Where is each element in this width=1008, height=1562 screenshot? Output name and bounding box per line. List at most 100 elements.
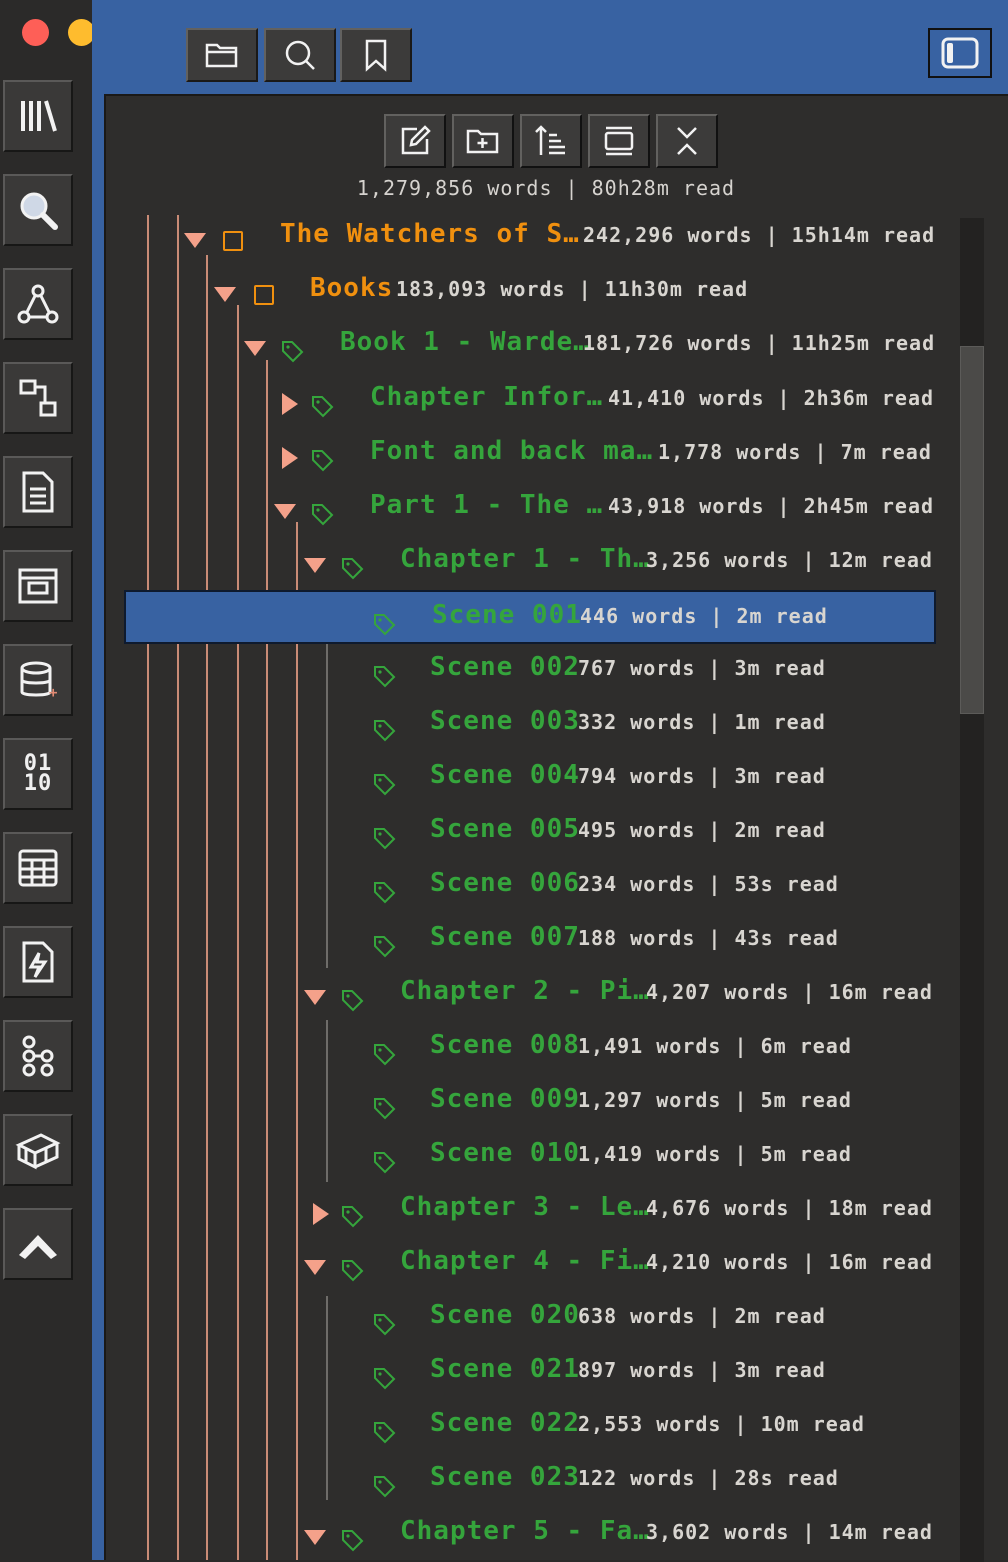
tree-note-item[interactable]: Scene 022 2,553 words | 10m read [106,1398,936,1452]
minimize-window-button[interactable] [68,19,95,46]
new-folder-button[interactable] [452,114,514,168]
database-button[interactable]: + [3,644,73,716]
tag-icon [374,882,396,904]
tree-note-item[interactable]: Scene 005 495 words | 2m read [106,804,936,858]
tree-item-label: Scene 023 [430,1462,580,1492]
tree-item-stats: 332 words | 1m read [578,710,826,734]
tree-item-stats: 3,602 words | 14m read [646,1520,933,1544]
tree-note-item[interactable]: Scene 008 1,491 words | 6m read [106,1020,936,1074]
new-folder-icon [466,129,499,154]
expanded-arrow-icon[interactable] [272,499,298,525]
search-tab-button[interactable] [264,28,336,82]
binary-icon: 01 10 [23,751,53,796]
tree-folder-item[interactable]: The Watchers of S… 242,296 words | 15h14m… [106,209,936,263]
expanded-arrow-icon[interactable] [302,985,328,1011]
tree-note-item[interactable]: Chapter 3 - Le… 4,676 words | 18m read [106,1182,936,1236]
lightning-file-button[interactable] [3,926,73,998]
tree-folder-item[interactable]: Books 183,093 words | 11h30m read [106,263,936,317]
tag-icon [312,396,334,418]
tree-item-stats: 767 words | 3m read [578,656,826,680]
table-button[interactable] [3,832,73,904]
tree-item-label: Chapter 3 - Le… [400,1192,650,1222]
scrollbar-thumb[interactable] [960,346,984,714]
expanded-arrow-icon[interactable] [302,1525,328,1551]
files-tab-button[interactable] [186,28,258,82]
collapse-panel-button[interactable] [3,1208,73,1280]
sidebar-toggle-icon [941,37,979,69]
file-tree-panel: 1,279,856 words | 80h28m read The Watche… [104,94,1008,1562]
tree-item-label: Books [310,273,394,303]
document-icon [22,471,54,513]
tree-note-item[interactable]: Scene 003 332 words | 1m read [106,696,936,750]
edit-icon [401,125,431,155]
tree-note-item[interactable]: Book 1 - Warde… 181,726 words | 11h25m re… [106,317,936,371]
collapsed-arrow-icon[interactable] [276,445,302,471]
close-window-button[interactable] [22,19,49,46]
tree-item-stats: 1,778 words | 7m read [658,440,932,464]
tree-note-item[interactable]: Scene 023 122 words | 28s read [106,1452,936,1506]
expanded-arrow-icon[interactable] [212,282,238,308]
tree-note-item[interactable]: Scene 004 794 words | 3m read [106,750,936,804]
tree-note-item[interactable]: Chapter 5 - Fa… 3,602 words | 14m read [106,1506,936,1560]
tree-item-stats: 234 words | 53s read [578,872,839,896]
tree-item-stats: 446 words | 2m read [580,604,828,628]
tag-icon [342,1260,364,1282]
tree-note-item[interactable]: Scene 001 446 words | 2m read [106,590,936,644]
tree-note-item[interactable]: Chapter 1 - Th… 3,256 words | 12m read [106,534,936,588]
tree-note-item[interactable]: Scene 002 767 words | 3m read [106,642,936,696]
bookmarks-tab-button[interactable] [340,28,412,82]
tree-note-item[interactable]: Chapter Infor… 41,410 words | 2h36m read [106,372,936,426]
tree-note-item[interactable]: Scene 010 1,419 words | 5m read [106,1128,936,1182]
collapsed-arrow-icon[interactable] [307,1201,333,1227]
nodes-button[interactable] [3,1020,73,1092]
tree-item-label: Scene 009 [430,1084,580,1114]
tree-item-label: Scene 007 [430,922,580,952]
tree-note-item[interactable]: Scene 006 234 words | 53s read [106,858,936,912]
tree-note-item[interactable]: Scene 007 188 words | 43s read [106,912,936,966]
expanded-arrow-icon[interactable] [182,228,208,254]
tree-note-item[interactable]: Chapter 4 - Fi… 4,210 words | 16m read [106,1236,936,1290]
new-note-button[interactable] [384,114,446,168]
tree-note-item[interactable]: Scene 009 1,297 words | 5m read [106,1074,936,1128]
document-button[interactable] [3,456,73,528]
tree-note-item[interactable]: Part 1 - The … 43,918 words | 2h45m read [106,480,936,534]
tree-item-stats: 794 words | 3m read [578,764,826,788]
tree-item-label: Scene 006 [430,868,580,898]
sidebar-toggle-button[interactable] [928,28,992,78]
tree-item-label: Scene 022 [430,1408,580,1438]
tree-item-label: Chapter 5 - Fa… [400,1516,650,1546]
tree-item-stats: 4,207 words | 16m read [646,980,933,1004]
tree-note-item[interactable]: Scene 020 638 words | 2m read [106,1290,936,1344]
expanded-arrow-icon[interactable] [302,553,328,579]
collapse-view-icon [604,126,634,156]
activity-bar: + 01 10 [0,66,84,1560]
tag-icon [342,990,364,1012]
tree-item-stats: 181,726 words | 11h25m read [583,331,936,355]
tree-item-stats: 897 words | 3m read [578,1358,826,1382]
tree-item-label: Scene 002 [430,652,580,682]
expanded-arrow-icon[interactable] [302,1255,328,1281]
search-panel-button[interactable] [3,174,73,246]
tag-icon [374,720,396,742]
tag-icon [374,666,396,688]
hierarchy-button[interactable] [3,362,73,434]
sort-button[interactable] [520,114,582,168]
tree-note-item[interactable]: Font and back ma… 1,778 words | 7m read [106,426,936,480]
tree-item-label: Scene 020 [430,1300,580,1330]
database-icon: + [20,661,57,701]
tree-note-item[interactable]: Chapter 2 - Pi… 4,207 words | 16m read [106,966,936,1020]
template-button[interactable] [3,550,73,622]
binary-button[interactable]: 01 10 [3,738,73,810]
tree-item-stats: 1,297 words | 5m read [578,1088,852,1112]
graph-button[interactable] [3,268,73,340]
auto-reveal-button[interactable] [588,114,650,168]
tree-item-label: Chapter 2 - Pi… [400,976,650,1006]
vault-total-stats: 1,279,856 words | 80h28m read [356,176,736,200]
library-button[interactable] [3,80,73,152]
collapse-all-button[interactable] [656,114,718,168]
scrollbar[interactable] [960,218,984,1562]
collapsed-arrow-icon[interactable] [276,391,302,417]
tree-note-item[interactable]: Scene 021 897 words | 3m read [106,1344,936,1398]
expanded-arrow-icon[interactable] [242,336,268,362]
box-button[interactable] [3,1114,73,1186]
